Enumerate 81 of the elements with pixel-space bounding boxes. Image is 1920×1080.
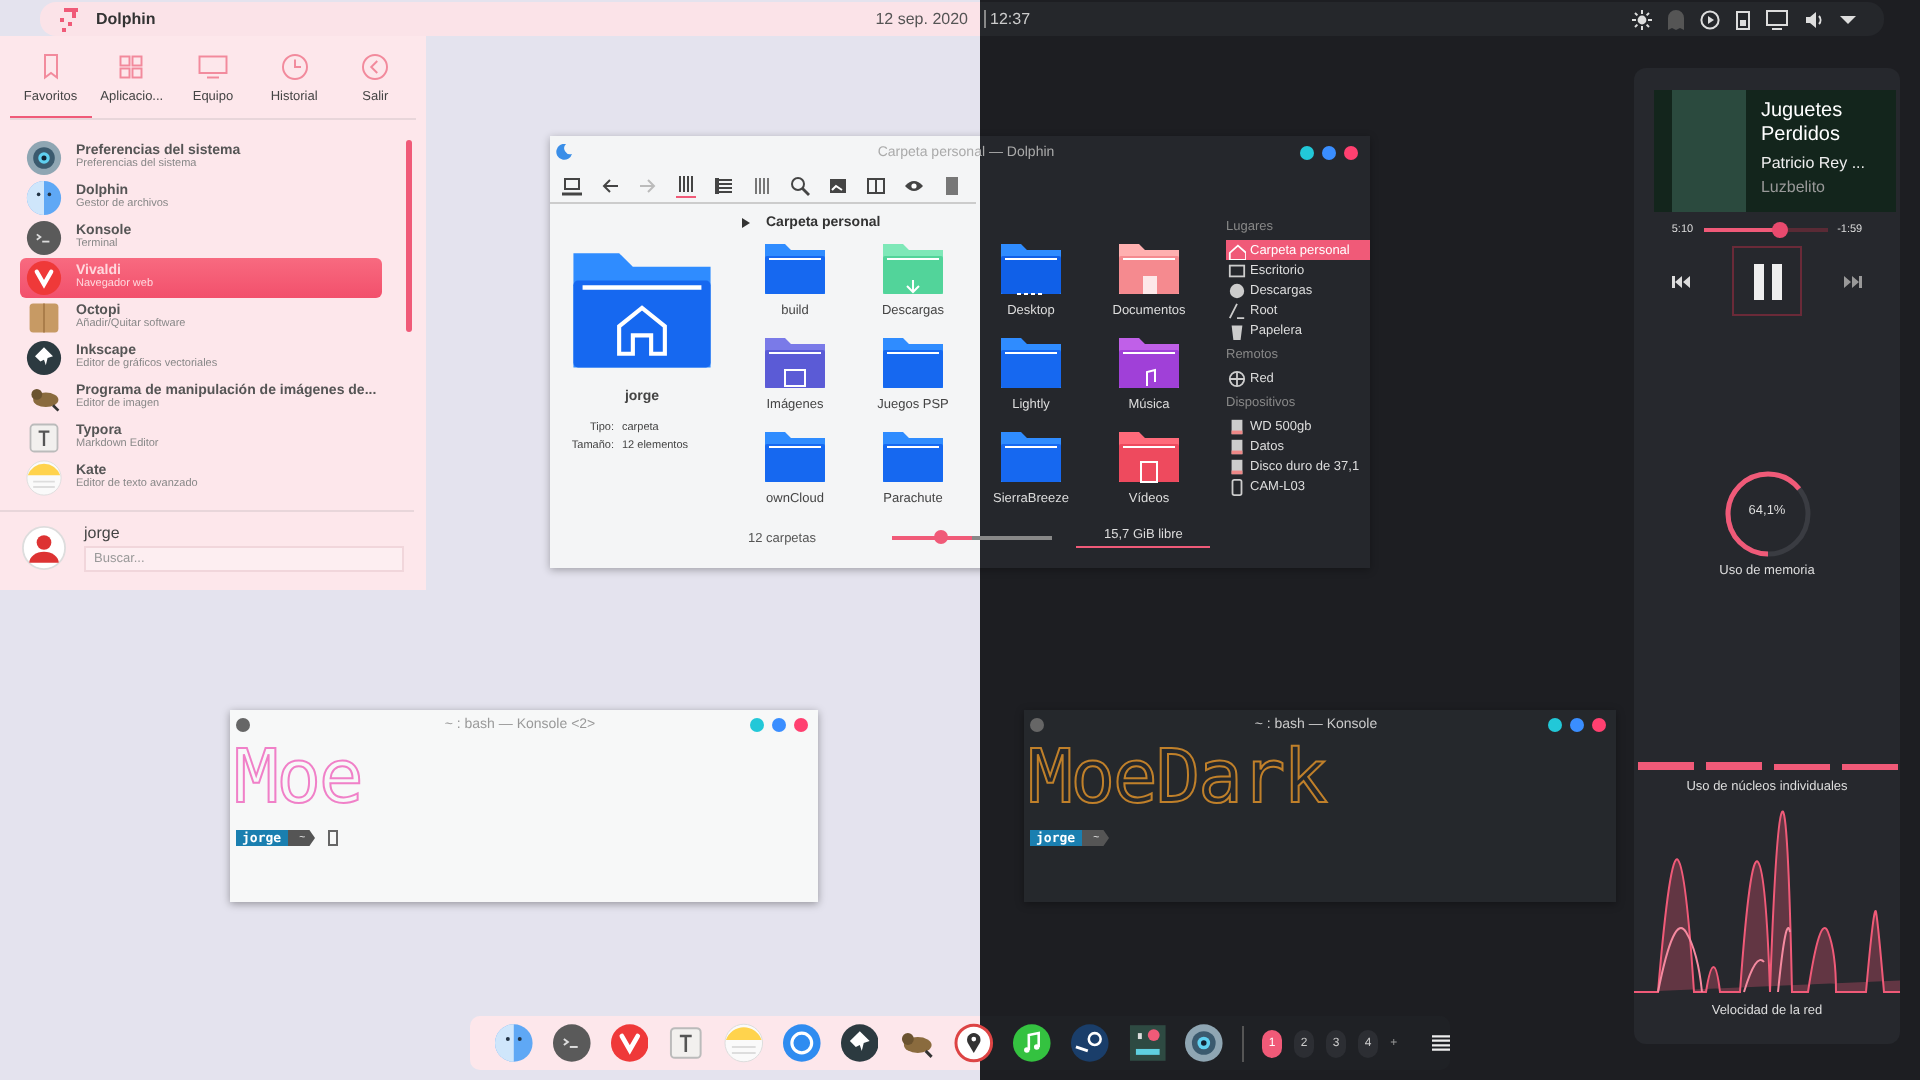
app-logo-icon [56, 5, 84, 33]
grid-icon [116, 52, 147, 82]
dock-app-icon[interactable] [1127, 1022, 1167, 1064]
computer-icon[interactable] [562, 175, 582, 195]
close-button[interactable] [794, 717, 808, 731]
dock-app-icon[interactable] [839, 1022, 879, 1064]
root-folder-icon [1228, 301, 1246, 319]
banner-text: MoeDark [1026, 738, 1330, 818]
maximize-button[interactable] [1570, 717, 1584, 731]
user-name: jorge [84, 524, 122, 542]
maximize-button[interactable] [772, 717, 786, 731]
clock-icon [279, 52, 310, 82]
date-text: 12 sep. 2020 [875, 10, 968, 28]
display-icon[interactable] [1766, 9, 1788, 29]
columns-view-icon[interactable] [752, 175, 772, 195]
home-icon [1228, 241, 1246, 259]
active-app-title: Dolphin [96, 10, 156, 28]
memory-gauge [1723, 470, 1811, 558]
drive-icon [1228, 417, 1246, 435]
folder-icon[interactable] [998, 334, 1064, 390]
album-art [1672, 90, 1747, 212]
app-logo-icon [556, 144, 572, 160]
play-icon[interactable] [1700, 9, 1720, 29]
avatar-icon [22, 524, 66, 572]
back-chevron-icon [360, 52, 391, 82]
minimize-button[interactable] [1548, 717, 1562, 731]
dock-app-icon[interactable] [666, 1022, 707, 1064]
minimize-button[interactable] [1300, 145, 1314, 159]
pause-icon [1751, 263, 1783, 299]
app-icon[interactable] [26, 220, 62, 256]
artist-name: Patricio Rey ... [1760, 154, 1867, 173]
back-arrow-icon[interactable] [600, 175, 620, 195]
menu-icon[interactable] [1431, 1034, 1451, 1052]
terminal-icon [236, 717, 250, 731]
desktop-icon [1228, 261, 1246, 279]
eye-icon[interactable] [904, 175, 924, 195]
download-icon [1228, 281, 1246, 299]
icons-view-icon[interactable] [676, 173, 696, 197]
dock-app-icon[interactable] [1184, 1022, 1225, 1064]
folder-icon[interactable] [1116, 428, 1182, 484]
brightness-icon[interactable] [1632, 9, 1652, 29]
search-icon[interactable] [790, 175, 810, 195]
scrollbar[interactable] [406, 140, 412, 332]
drive-icon [1228, 457, 1246, 475]
app-icon[interactable] [26, 340, 62, 376]
terminal-icon [1030, 717, 1044, 731]
monitor-icon [197, 52, 228, 82]
battery-icon[interactable] [1736, 9, 1750, 29]
trash-icon [1228, 321, 1246, 339]
split-view-icon[interactable] [866, 175, 886, 195]
panel-icon[interactable] [942, 175, 962, 195]
album-name: Luzbelito [1760, 178, 1828, 197]
next-track-icon[interactable] [1842, 275, 1862, 287]
dock-app-icon[interactable] [1069, 1022, 1110, 1064]
previous-track-icon[interactable] [1672, 275, 1692, 287]
text-cursor [327, 830, 337, 846]
dock-app-icon[interactable] [954, 1022, 995, 1064]
maximize-button[interactable] [1322, 145, 1336, 159]
banner-text: Moe [232, 738, 364, 818]
track-title: Juguetes Perdidos [1760, 100, 1845, 146]
folder-icon[interactable] [998, 428, 1064, 484]
network-icon [1228, 369, 1246, 387]
folder-icon[interactable] [1116, 240, 1182, 296]
list-view-icon[interactable] [714, 175, 734, 195]
slider-thumb[interactable] [1772, 222, 1789, 238]
folder-icon[interactable] [998, 240, 1064, 296]
close-button[interactable] [1344, 145, 1358, 159]
clock-text: 12:37 [984, 10, 1031, 28]
caret-icon[interactable] [742, 217, 750, 227]
slider-thumb[interactable] [933, 530, 947, 545]
folder-icon[interactable] [1116, 334, 1182, 390]
drive-icon [1228, 437, 1246, 455]
close-button[interactable] [1592, 717, 1606, 731]
dropdown-arrow-icon[interactable] [1840, 13, 1856, 25]
pause-button[interactable] [1732, 246, 1802, 316]
app-icon[interactable] [26, 140, 62, 176]
dock-app-icon[interactable] [1012, 1022, 1052, 1064]
phone-icon [1228, 477, 1246, 495]
volume-icon[interactable] [1804, 9, 1824, 29]
image-icon[interactable] [828, 175, 848, 195]
app-icon[interactable] [26, 420, 62, 456]
